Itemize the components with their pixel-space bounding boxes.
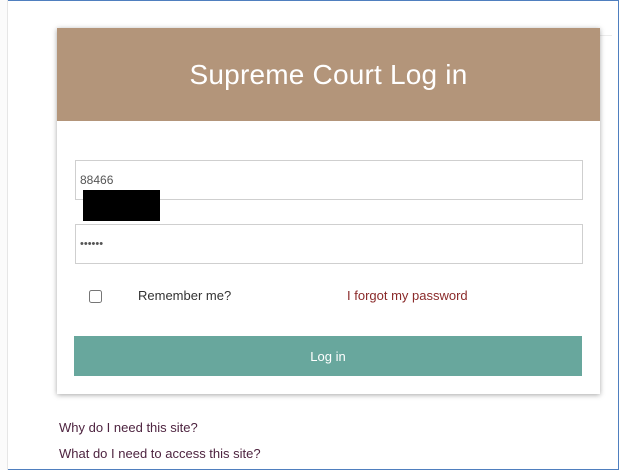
page-title: Supreme Court Log in bbox=[189, 58, 468, 90]
login-button[interactable]: Log in bbox=[74, 336, 582, 376]
remember-me-checkbox[interactable] bbox=[89, 289, 102, 303]
left-panel-edge bbox=[0, 0, 8, 470]
login-card: Supreme Court Log in Remember me? I forg… bbox=[57, 28, 600, 394]
redaction-block bbox=[83, 190, 160, 221]
help-link-why-need-site[interactable]: Why do I need this site? bbox=[59, 420, 198, 435]
remember-me-row: Remember me? bbox=[89, 286, 231, 306]
page-divider bbox=[600, 35, 612, 36]
remember-me-label: Remember me? bbox=[138, 288, 232, 303]
password-input[interactable] bbox=[75, 224, 583, 264]
help-link-what-need-access[interactable]: What do I need to access this site? bbox=[59, 446, 261, 461]
login-header: Supreme Court Log in bbox=[57, 28, 600, 121]
forgot-password-link[interactable]: I forgot my password bbox=[347, 288, 468, 303]
